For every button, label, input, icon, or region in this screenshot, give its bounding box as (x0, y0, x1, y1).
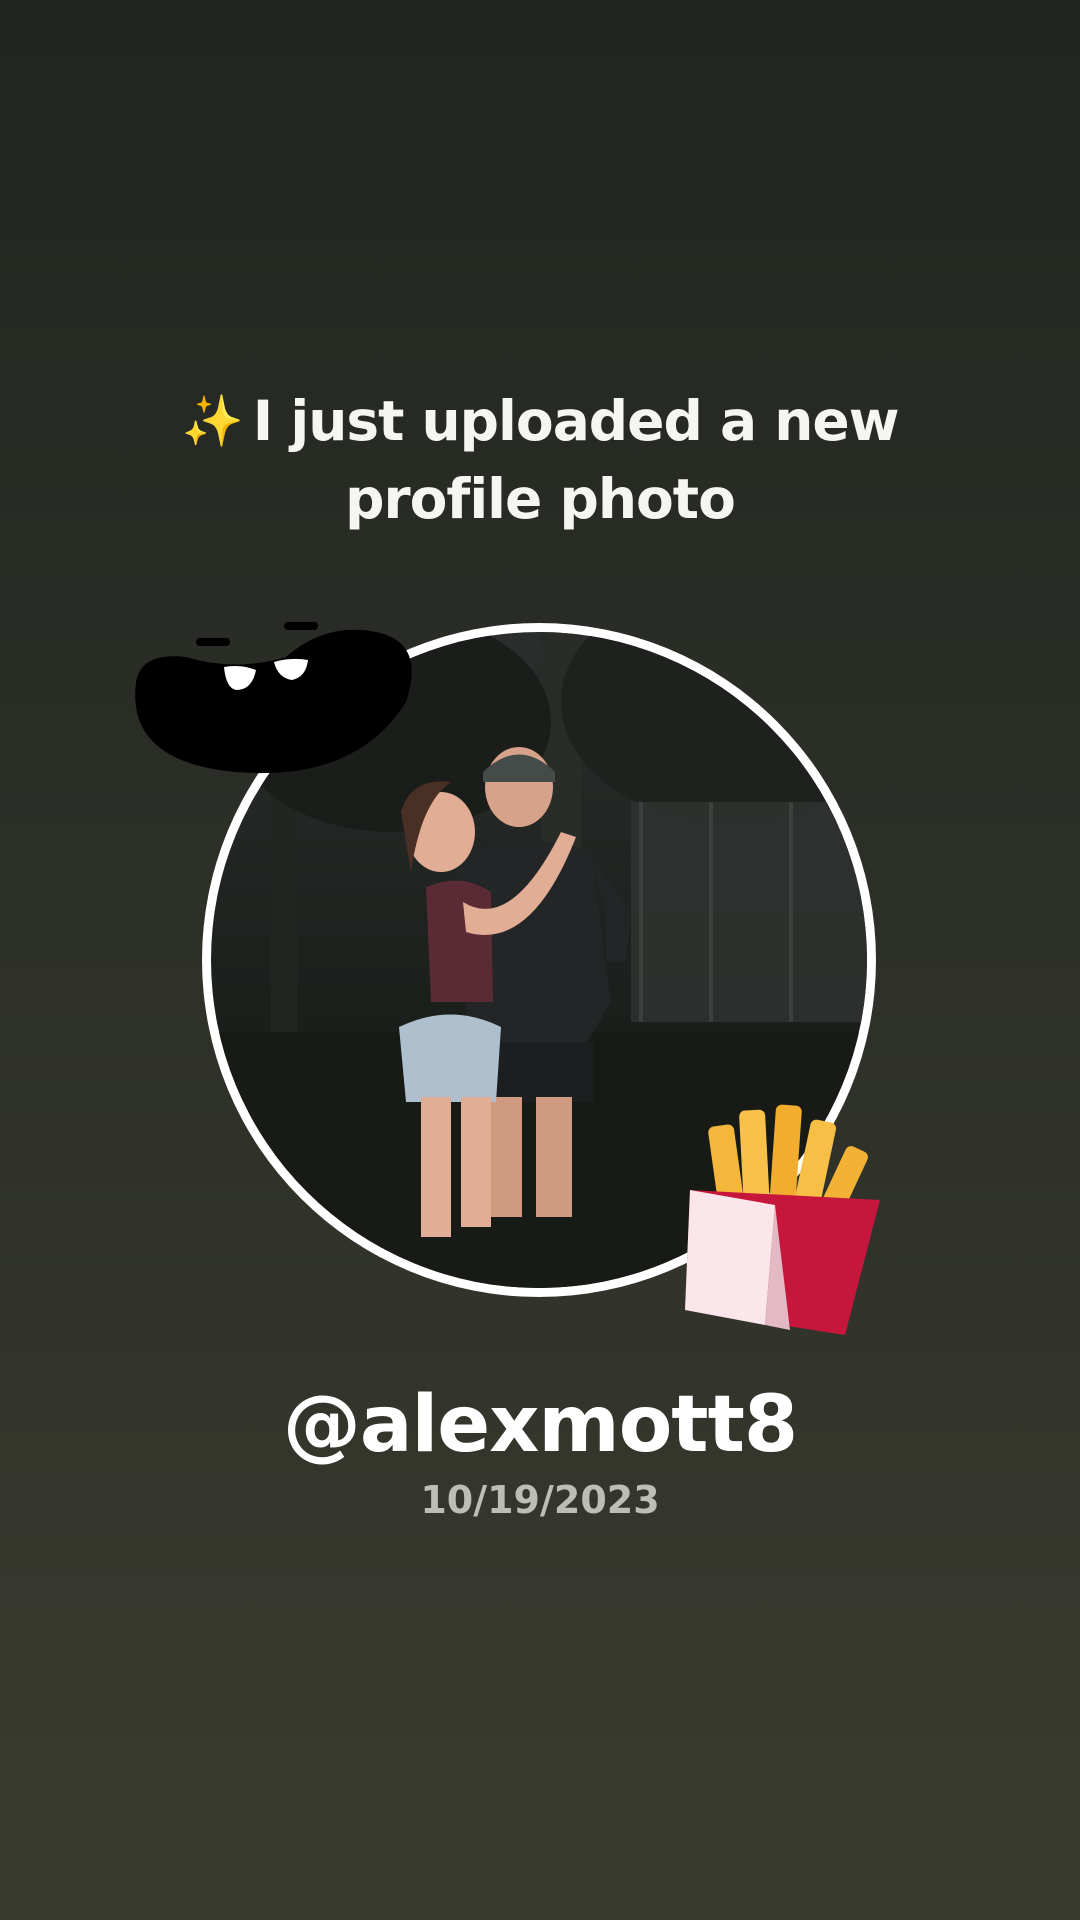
sparkles-icon: ✨ (181, 392, 243, 450)
black-blob-face-sticker (126, 612, 416, 787)
headline: ✨ I just uploaded a new profile photo (0, 382, 1080, 538)
french-fries-sticker (680, 1095, 900, 1345)
headline-line-2: profile photo (345, 467, 736, 531)
username[interactable]: @alexmott8 (0, 1380, 1080, 1470)
upload-date: 10/19/2023 (420, 1478, 660, 1522)
headline-text-1: I just uploaded a new (252, 389, 900, 453)
headline-line-1: ✨ I just uploaded a new (0, 382, 1080, 460)
